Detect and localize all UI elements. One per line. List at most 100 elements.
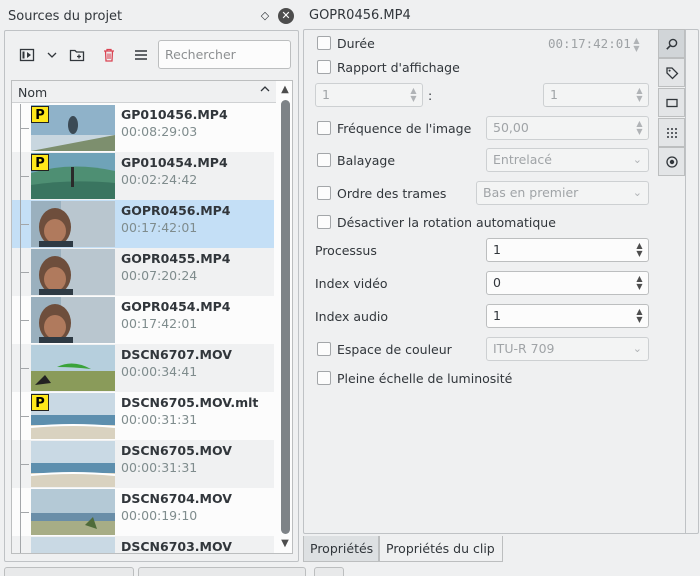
colorspace-select[interactable]: ITU-R 709 ⌄ bbox=[486, 337, 649, 361]
aspect-denominator-spinbox[interactable]: 1 ▲ ▼ bbox=[543, 83, 649, 107]
tab-clip-properties[interactable]: Propriétés du clip bbox=[379, 536, 503, 562]
dropdown-arrow-icon[interactable]: ⌄ bbox=[633, 149, 642, 171]
clip-row[interactable]: GOPR0456.MP4 00:17:42:01 bbox=[12, 200, 274, 248]
clip-row[interactable]: DSCN6707.MOV 00:00:34:41 bbox=[12, 344, 274, 392]
field-order-label: Ordre des trames bbox=[337, 186, 447, 201]
properties-side-tabs bbox=[658, 29, 685, 177]
aspect-numerator-spinbox[interactable]: 1 ▲ ▼ bbox=[315, 83, 423, 107]
spin-arrows-icon[interactable]: ▲ ▼ bbox=[635, 242, 644, 258]
bottom-widget-1[interactable] bbox=[4, 567, 134, 576]
scan-checkbox[interactable] bbox=[317, 153, 331, 167]
float-dock-icon[interactable]: ◇ bbox=[258, 9, 272, 23]
aspect-denominator-value: 1 bbox=[550, 87, 558, 102]
bottom-widget-3[interactable] bbox=[314, 567, 344, 576]
sort-up-icon[interactable] bbox=[260, 83, 270, 97]
clip-row[interactable]: GOPR0454.MP4 00:17:42:01 bbox=[12, 296, 274, 344]
properties-title: GOPR0456.MP4 bbox=[309, 8, 411, 23]
clip-thumbnail bbox=[31, 201, 115, 247]
aspect-label: Rapport d'affichage bbox=[337, 60, 460, 75]
clip-name: GP010454.MP4 bbox=[121, 155, 228, 170]
spin-arrows-icon[interactable]: ▲ ▼ bbox=[635, 308, 644, 324]
clip-thumbnail bbox=[31, 249, 115, 295]
duration-spin-icon[interactable]: ▲ ▼ bbox=[632, 37, 641, 53]
clip-name: GOPR0455.MP4 bbox=[121, 251, 231, 266]
grid-icon[interactable] bbox=[658, 118, 685, 147]
clip-row[interactable]: DSCN6703.MOV00:00:00:00 bbox=[12, 536, 274, 554]
spin-arrows-icon[interactable]: ▲ ▼ bbox=[635, 87, 644, 103]
clip-duration: 00:17:42:01 bbox=[121, 220, 198, 235]
video-index-value: 0 bbox=[493, 275, 501, 290]
dropdown-arrow-icon[interactable]: ⌄ bbox=[633, 338, 642, 360]
scrollbar[interactable]: ▲ ▼ bbox=[278, 81, 292, 553]
autorotate-label: Désactiver la rotation automatique bbox=[337, 215, 556, 230]
menu-icon[interactable] bbox=[130, 42, 152, 68]
fps-checkbox[interactable] bbox=[317, 121, 331, 135]
clip-row[interactable]: P GP010456.MP4 00:08:29:03 bbox=[12, 104, 274, 152]
properties-form: Durée Rapport d'affichage 1 ▲ ▼ : 1 ▲ ▼ Fr… bbox=[303, 30, 658, 534]
aspect-checkbox[interactable] bbox=[317, 60, 331, 74]
clip-row[interactable]: P DSCN6705.MOV.mlt 00:00:31:31 bbox=[12, 392, 274, 440]
threads-label: Processus bbox=[315, 243, 377, 258]
trash-icon[interactable] bbox=[98, 42, 120, 68]
aspect-numerator-value: 1 bbox=[322, 87, 330, 102]
side-tabs-divider bbox=[685, 29, 686, 534]
fps-spinbox[interactable]: 50,00 ▲ ▼ bbox=[486, 116, 649, 140]
add-folder-icon[interactable] bbox=[66, 42, 88, 68]
scan-select[interactable]: Entrelacé ⌄ bbox=[486, 148, 649, 172]
tree-branch bbox=[20, 200, 30, 248]
clip-thumbnail bbox=[31, 345, 115, 391]
spin-arrows-icon[interactable]: ▲ ▼ bbox=[409, 87, 418, 103]
target-icon[interactable] bbox=[658, 147, 685, 176]
search-input[interactable] bbox=[158, 40, 291, 69]
dropdown-arrow-icon[interactable]: ⌄ bbox=[633, 182, 642, 204]
clip-thumbnail bbox=[31, 441, 115, 487]
clip-thumbnail bbox=[31, 537, 115, 553]
spin-arrows-icon[interactable]: ▲ ▼ bbox=[635, 275, 644, 291]
tree-branch bbox=[20, 344, 30, 392]
clip-duration: 00:00:19:10 bbox=[121, 508, 198, 523]
clip-duration: 00:00:31:31 bbox=[121, 412, 198, 427]
clip-thumbnail bbox=[31, 489, 115, 535]
autorotate-checkbox[interactable] bbox=[317, 215, 331, 229]
clip-duration: 00:02:24:42 bbox=[121, 172, 198, 187]
audio-index-label: Index audio bbox=[315, 309, 389, 324]
column-header-name[interactable]: Nom bbox=[12, 81, 276, 103]
clip-duration: 00:08:29:03 bbox=[121, 124, 198, 139]
clip-row[interactable]: DSCN6705.MOV 00:00:31:31 bbox=[12, 440, 274, 488]
bottom-widget-2[interactable] bbox=[138, 567, 306, 576]
clip-row[interactable]: GOPR0455.MP4 00:07:20:24 bbox=[12, 248, 274, 296]
spin-arrows-icon[interactable]: ▲ ▼ bbox=[635, 120, 644, 136]
film-icon[interactable] bbox=[16, 42, 38, 68]
rectangle-icon[interactable] bbox=[658, 88, 685, 117]
fps-label: Fréquence de l'image bbox=[337, 121, 472, 136]
field-order-checkbox[interactable] bbox=[317, 186, 331, 200]
search-icon[interactable] bbox=[658, 29, 685, 58]
tree-branch bbox=[20, 488, 30, 536]
scroll-down-icon[interactable]: ▼ bbox=[278, 538, 292, 550]
clip-duration: 00:00:31:31 bbox=[121, 460, 198, 475]
clip-row[interactable]: P GP010454.MP4 00:02:24:42 bbox=[12, 152, 274, 200]
project-bin-dock: Sources du projet ◇ ✕ Nom P GP010456.MP4 0… bbox=[0, 0, 300, 562]
clip-name: DSCN6705.MOV.mlt bbox=[121, 395, 259, 410]
tab-properties[interactable]: Propriétés bbox=[303, 536, 379, 562]
chevron-down-icon[interactable] bbox=[44, 42, 60, 68]
close-dock-icon[interactable]: ✕ bbox=[278, 8, 294, 24]
duration-value: 00:17:42:01 bbox=[548, 36, 631, 51]
video-index-spinbox[interactable]: 0 ▲ ▼ bbox=[486, 271, 649, 295]
colorspace-label: Espace de couleur bbox=[337, 342, 452, 357]
duration-checkbox[interactable] bbox=[317, 36, 331, 50]
scan-value: Entrelacé bbox=[493, 152, 552, 167]
scrollbar-thumb[interactable] bbox=[281, 100, 290, 534]
clip-row[interactable]: DSCN6704.MOV 00:00:19:10 bbox=[12, 488, 274, 536]
audio-index-spinbox[interactable]: 1 ▲ ▼ bbox=[486, 304, 649, 328]
tag-icon[interactable] bbox=[658, 58, 685, 87]
colorspace-checkbox[interactable] bbox=[317, 342, 331, 356]
clip-list[interactable]: Nom P GP010456.MP4 00:08:29:03 P GP010454.MP… bbox=[11, 80, 293, 554]
clip-name: DSCN6703.MOV bbox=[121, 539, 232, 554]
clip-duration: 00:00:34:41 bbox=[121, 364, 198, 379]
scroll-up-icon[interactable]: ▲ bbox=[278, 84, 292, 96]
full-luma-checkbox[interactable] bbox=[317, 371, 331, 385]
field-order-select[interactable]: Bas en premier ⌄ bbox=[476, 181, 649, 205]
threads-spinbox[interactable]: 1 ▲ ▼ bbox=[486, 238, 649, 262]
clip-name: GOPR0456.MP4 bbox=[121, 203, 231, 218]
